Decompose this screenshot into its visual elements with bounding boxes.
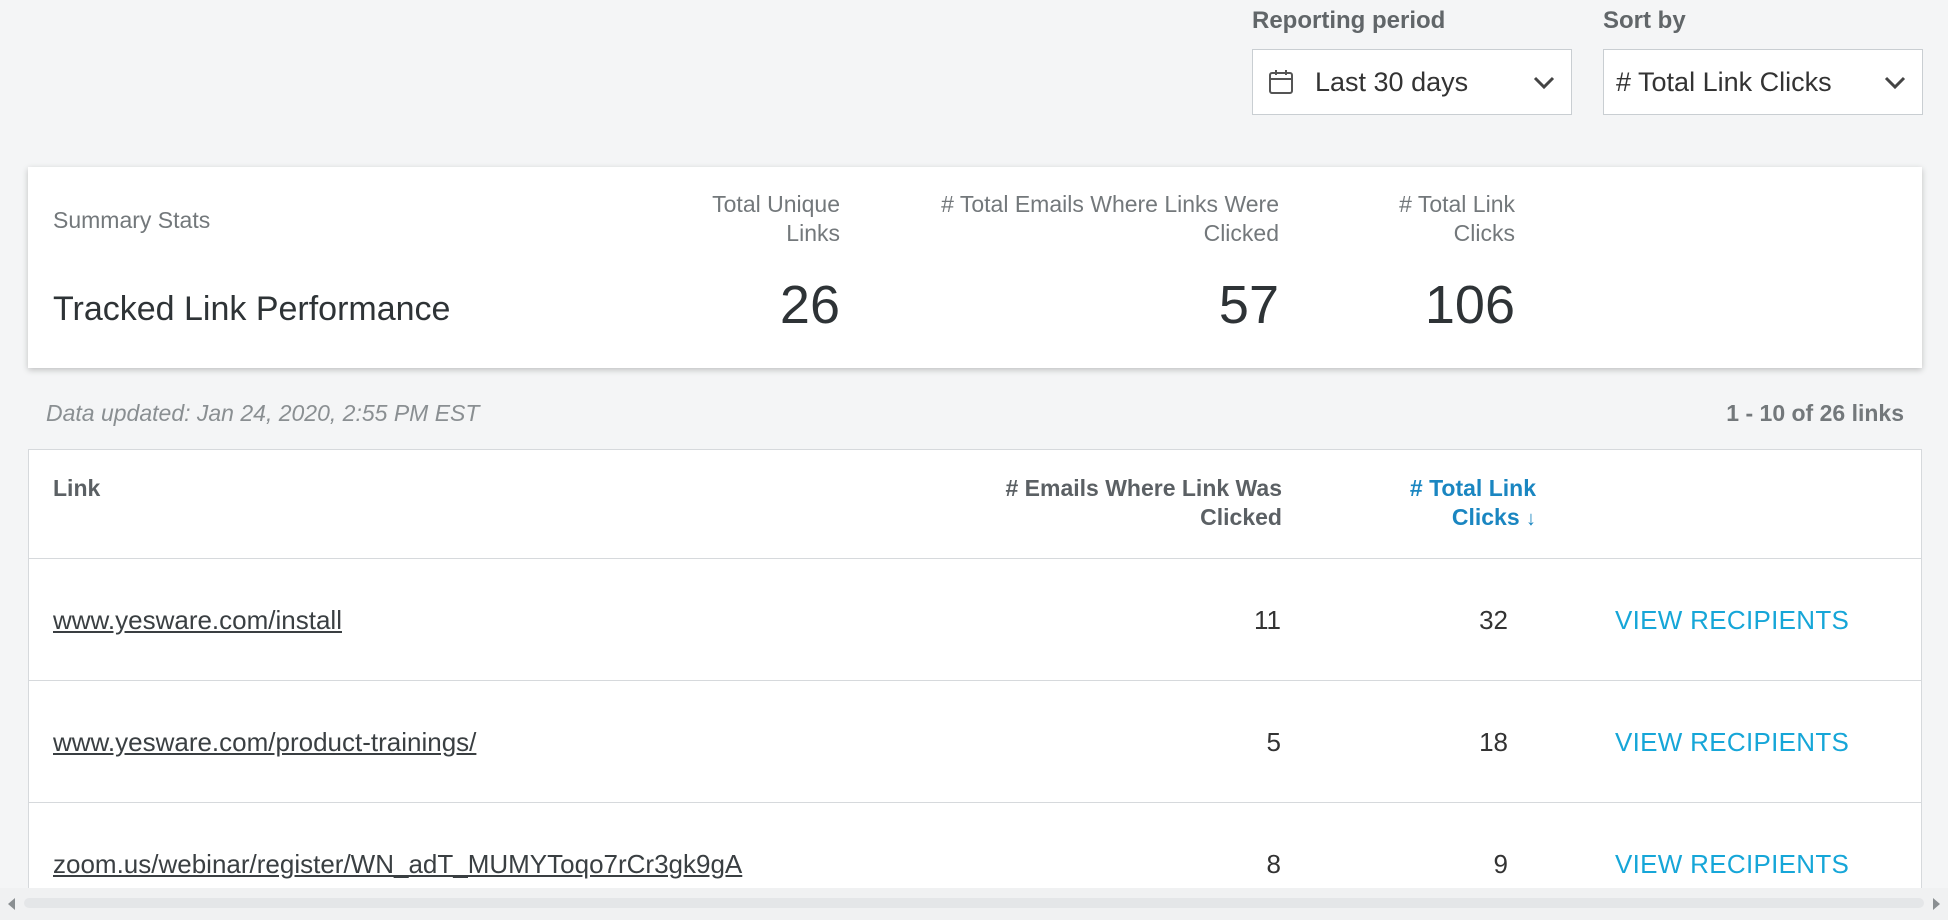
link-url[interactable]: zoom.us/webinar/register/WN_adT_MUMYToqo… — [53, 849, 742, 880]
scrollbar-thumb[interactable] — [24, 898, 1924, 908]
horizontal-scrollbar[interactable] — [0, 888, 1948, 920]
stat-total-emails-clicked: # Total Emails Where Links Were Clicked … — [899, 190, 1279, 335]
sort-descending-icon: ↓ — [1526, 508, 1536, 530]
clicks-count: 32 — [1479, 605, 1508, 635]
stat-total-link-clicks: # Total Link Clicks 106 — [1335, 190, 1515, 335]
summary-title: Tracked Link Performance — [53, 290, 451, 328]
stat-value: 57 — [1218, 275, 1279, 335]
table-row: www.yesware.com/product-trainings/ 5 18 … — [29, 681, 1921, 803]
table-row: zoom.us/webinar/register/WN_adT_MUMYToqo… — [29, 803, 1921, 888]
stat-header: # Total Emails Where Links Were Clicked — [941, 191, 1279, 246]
clicks-count: 18 — [1479, 727, 1508, 757]
summary-label: Summary Stats — [53, 207, 211, 233]
stat-value: 26 — [779, 275, 840, 335]
sort-by-group: Sort by # Total Link Clicks — [1603, 6, 1923, 115]
reporting-period-select[interactable]: Last 30 days — [1252, 49, 1572, 115]
reporting-period-group: Reporting period Last 30 days — [1252, 6, 1572, 115]
summary-card: Summary Stats Tracked Link Performance T… — [28, 167, 1922, 368]
chevron-down-icon — [1531, 69, 1557, 95]
links-table: Link # Emails Where Link Was Clicked # T… — [28, 449, 1922, 889]
data-updated-text: Data updated: Jan 24, 2020, 2:55 PM EST — [46, 400, 480, 426]
sort-by-value: # Total Link Clicks — [1616, 66, 1832, 97]
sort-by-label: Sort by — [1603, 7, 1686, 34]
clicks-count: 9 — [1493, 849, 1508, 879]
calendar-icon — [1267, 68, 1295, 96]
table-row: www.yesware.com/install 11 32 VIEW RECIP… — [29, 559, 1921, 681]
emails-count: 8 — [1266, 849, 1281, 879]
link-url[interactable]: www.yesware.com/install — [53, 605, 342, 636]
table-header: Link # Emails Where Link Was Clicked # T… — [29, 450, 1921, 559]
column-header-link[interactable]: Link — [53, 474, 100, 503]
emails-count: 5 — [1266, 727, 1281, 757]
link-url[interactable]: www.yesware.com/product-trainings/ — [53, 727, 476, 758]
stat-total-unique-links: Total Unique Links 26 — [660, 190, 840, 335]
reporting-period-value: Last 30 days — [1315, 66, 1469, 97]
emails-count: 11 — [1254, 605, 1281, 635]
reporting-period-label: Reporting period — [1252, 7, 1446, 34]
view-recipients-button[interactable]: VIEW RECIPIENTS — [1615, 605, 1849, 636]
column-header-total-clicks-label: # Total Link Clicks — [1409, 475, 1536, 530]
view-recipients-button[interactable]: VIEW RECIPIENTS — [1615, 727, 1849, 758]
stat-header: Total Unique Links — [712, 191, 840, 246]
column-header-emails[interactable]: # Emails Where Link Was Clicked — [962, 474, 1282, 532]
view-recipients-button[interactable]: VIEW RECIPIENTS — [1615, 849, 1849, 880]
pagination-range: 1 - 10 of 26 links — [1726, 400, 1904, 426]
stat-value: 106 — [1424, 275, 1515, 335]
column-header-total-clicks[interactable]: # Total Link Clicks ↓ — [1386, 474, 1536, 534]
report-controls: Reporting period Last 30 days Sort by # … — [1252, 6, 1923, 115]
scroll-left-arrow-icon[interactable] — [4, 896, 20, 912]
chevron-down-icon — [1882, 69, 1908, 95]
sort-by-select[interactable]: # Total Link Clicks — [1603, 49, 1923, 115]
scroll-right-arrow-icon[interactable] — [1928, 896, 1944, 912]
stat-header: # Total Link Clicks — [1399, 191, 1515, 246]
